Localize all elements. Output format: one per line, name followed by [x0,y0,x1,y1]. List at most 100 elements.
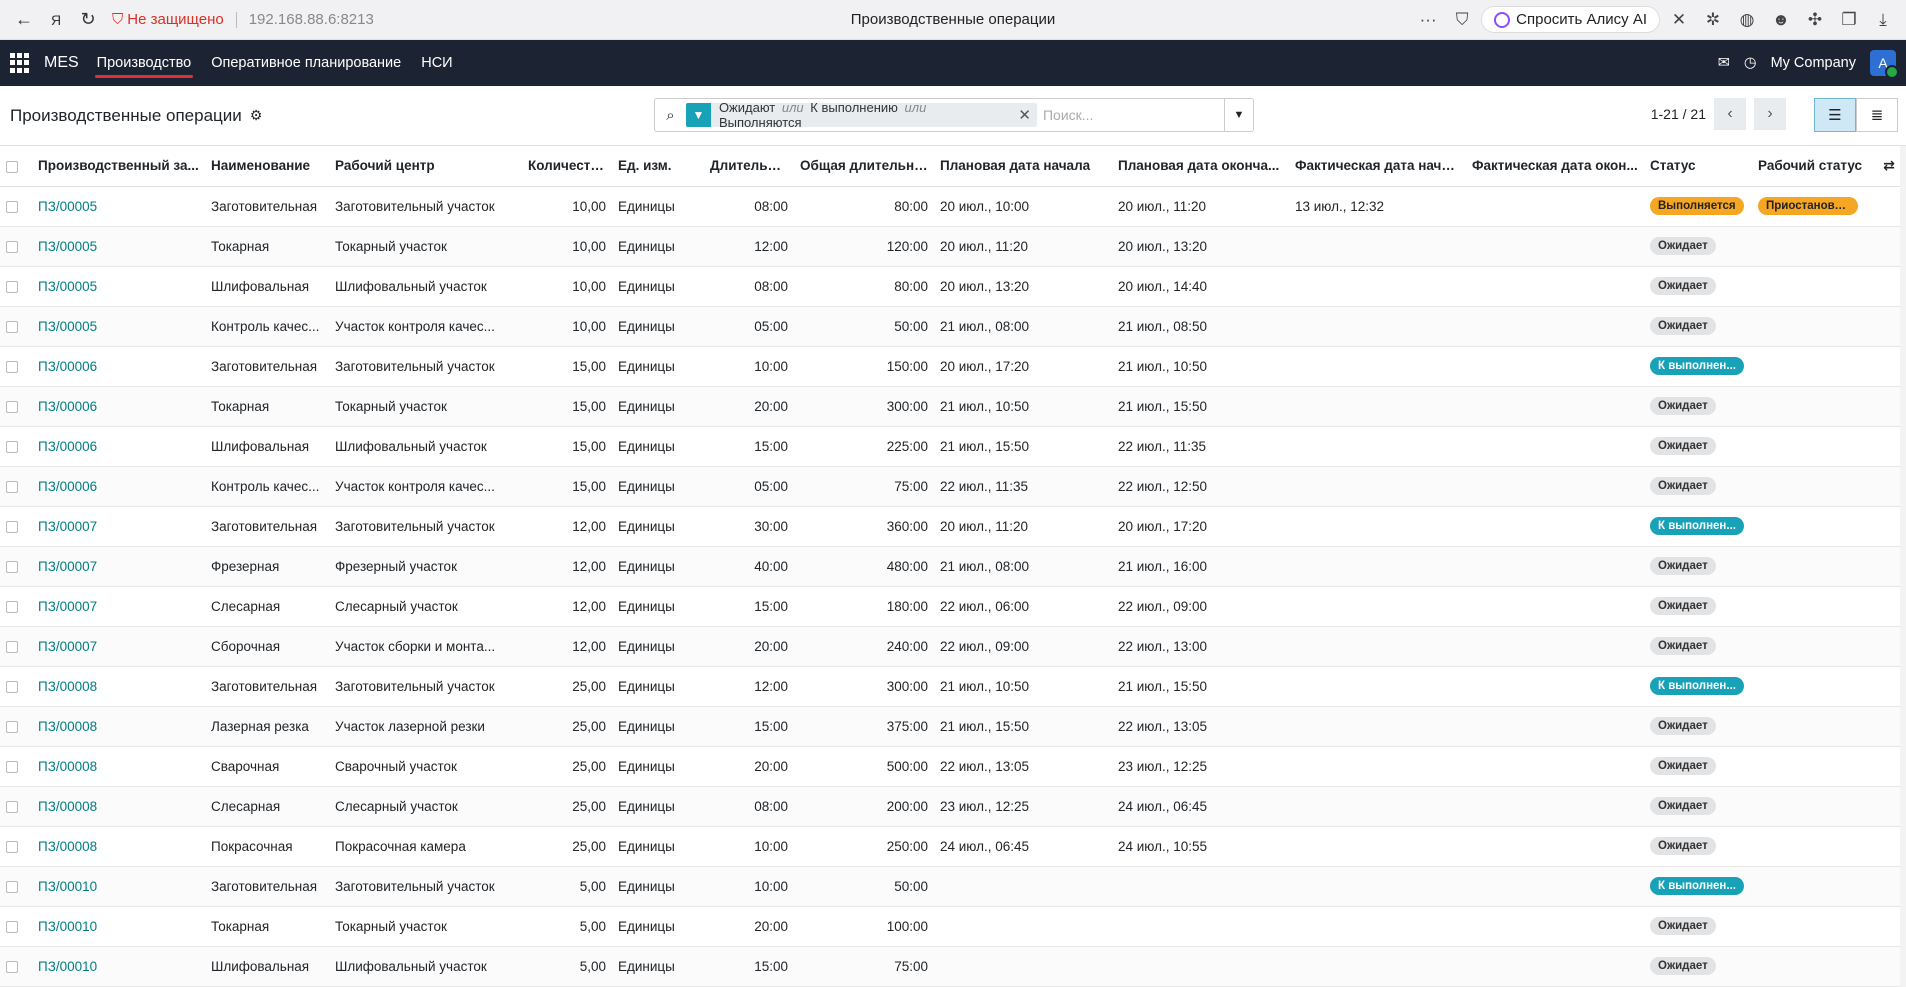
col-duration[interactable]: Длительно... [704,146,794,187]
alice-button[interactable]: Спросить Алису AI [1481,6,1660,33]
nav-reference-data[interactable]: НСИ [421,42,452,84]
row-checkbox[interactable] [0,906,32,947]
order-link[interactable]: ПЗ/00007 [32,586,205,627]
table-row[interactable]: ПЗ/00010 Заготовительная Заготовительный у… [0,866,1906,907]
order-link[interactable]: ПЗ/00007 [32,506,205,547]
apps-menu-icon[interactable] [10,53,30,73]
order-link[interactable]: ПЗ/00008 [32,706,205,747]
app-brand[interactable]: MES [44,54,79,72]
row-checkbox[interactable] [0,746,32,787]
table-row[interactable]: ПЗ/00006 Шлифовальная Шлифовальный участок… [0,426,1906,467]
order-link[interactable]: ПЗ/00005 [32,186,205,227]
order-link[interactable]: ПЗ/00010 [32,946,205,987]
table-row[interactable]: ПЗ/00010 Шлифовальная Шлифовальный участок… [0,946,1906,987]
col-planned-start[interactable]: Плановая дата начала [934,146,1112,187]
order-link[interactable]: ПЗ/00010 [32,866,205,907]
row-checkbox[interactable] [0,866,32,907]
row-checkbox[interactable] [0,466,32,507]
table-row[interactable]: ПЗ/00008 Заготовительная Заготовительный у… [0,666,1906,707]
activity-clock-icon[interactable]: ◷ [1744,55,1757,71]
order-link[interactable]: ПЗ/00006 [32,466,205,507]
pager-value[interactable]: 1-21 / 21 [1651,106,1706,122]
col-order[interactable]: Производственный за... [32,146,205,187]
table-row[interactable]: ПЗ/00006 Токарная Токарный участок 15,00 Еди… [0,386,1906,427]
order-link[interactable]: ПЗ/00005 [32,226,205,267]
order-link[interactable]: ПЗ/00006 [32,426,205,467]
url-text[interactable]: 192.168.88.6:8213 [249,11,374,28]
table-row[interactable]: ПЗ/00008 Сварочная Сварочный участок 25,00 Е… [0,746,1906,787]
more-icon[interactable]: ··· [1413,5,1443,35]
table-row[interactable]: ПЗ/00006 Контроль качес... Участок контрол… [0,466,1906,507]
col-total-duration[interactable]: Общая длительно... [794,146,934,187]
order-link[interactable]: ПЗ/00007 [32,626,205,667]
search-options-toggle[interactable]: ▼ [1223,99,1253,131]
row-checkbox[interactable] [0,826,32,867]
row-checkbox[interactable] [0,786,32,827]
bookmark-icon[interactable]: ⛉ [1447,5,1477,35]
row-checkbox[interactable] [0,186,32,227]
table-row[interactable]: ПЗ/00007 Фрезерная Фрезерный участок 12,00 Е… [0,546,1906,587]
table-row[interactable]: ПЗ/00007 Заготовительная Заготовительный у… [0,506,1906,547]
row-checkbox[interactable] [0,306,32,347]
order-link[interactable]: ПЗ/00008 [32,786,205,827]
row-checkbox[interactable] [0,226,32,267]
col-work-status[interactable]: Рабочий статус [1752,146,1872,187]
row-checkbox[interactable] [0,266,32,307]
row-checkbox[interactable] [0,346,32,387]
order-link[interactable]: ПЗ/00007 [32,546,205,587]
table-row[interactable]: ПЗ/00005 Токарная Токарный участок 10,00 Еди… [0,226,1906,267]
row-checkbox[interactable] [0,426,32,467]
table-row[interactable]: ПЗ/00006 Заготовительная Заготовительный у… [0,346,1906,387]
order-link[interactable]: ПЗ/00008 [32,746,205,787]
row-checkbox[interactable] [0,626,32,667]
pager-next-icon[interactable]: › [1754,98,1786,130]
table-row[interactable]: ПЗ/00005 Контроль качес... Участок контрол… [0,306,1906,347]
filter-facet[interactable]: ▼ Ожидают или К выполнению или Выполняют… [685,100,1037,130]
order-link[interactable]: ПЗ/00005 [32,306,205,347]
download-icon[interactable]: ⤓ [1868,5,1898,35]
table-row[interactable]: ПЗ/00008 Слесарная Слесарный участок 25,00 Е… [0,786,1906,827]
search-input[interactable] [1042,99,1224,131]
order-link[interactable]: ПЗ/00006 [32,386,205,427]
company-switcher[interactable]: My Company [1771,55,1856,71]
not-secure-indicator[interactable]: ⛉ Не защищено [112,11,224,28]
order-link[interactable]: ПЗ/00008 [32,666,205,707]
gear-icon[interactable]: ⚙ [250,107,263,124]
collections-icon[interactable]: ❐ [1834,5,1864,35]
user-avatar[interactable]: A [1870,50,1899,79]
col-name[interactable]: Наименование [205,146,329,187]
row-checkbox[interactable] [0,666,32,707]
col-uom[interactable]: Ед. изм. [612,146,704,187]
gantt-view-icon[interactable]: ≣ [1856,98,1898,132]
back-icon[interactable]: ← [8,4,40,36]
table-row[interactable]: ПЗ/00008 Покрасочная Покрасочная камера 25,… [0,826,1906,867]
extension-globe-icon[interactable]: ◍ [1732,5,1762,35]
col-actual-start[interactable]: Фактическая дата начала [1289,146,1466,187]
col-actual-end[interactable]: Фактическая дата окон... [1466,146,1644,187]
reload-icon[interactable]: ↻ [72,4,104,36]
col-planned-end[interactable]: Плановая дата оконча... [1112,146,1289,187]
table-row[interactable]: ПЗ/00010 Токарная Токарный участок 5,00 Един… [0,906,1906,947]
row-checkbox[interactable] [0,586,32,627]
row-checkbox[interactable] [0,506,32,547]
list-view-icon[interactable]: ☰ [1814,98,1856,132]
table-row[interactable]: ПЗ/00005 Шлифовальная Шлифовальный участок… [0,266,1906,307]
address-bar[interactable]: ⛉ Не защищено 192.168.88.6:8213 [112,11,374,28]
extensions-puzzle-icon[interactable]: ✣ [1800,5,1830,35]
col-quantity[interactable]: Количество [522,146,612,187]
order-link[interactable]: ПЗ/00005 [32,266,205,307]
extension-k-icon[interactable]: ✕ [1664,5,1694,35]
row-checkbox[interactable] [0,546,32,587]
col-status[interactable]: Статус [1644,146,1752,187]
select-all-checkbox[interactable] [0,146,32,187]
nav-production[interactable]: Производство [94,42,193,84]
row-checkbox[interactable] [0,706,32,747]
table-row[interactable]: ПЗ/00005 Заготовительная Заготовительный у… [0,186,1906,227]
row-checkbox[interactable] [0,386,32,427]
order-link[interactable]: ПЗ/00006 [32,346,205,387]
col-work-center[interactable]: Рабочий центр [329,146,522,187]
search-icon[interactable]: ⌕ [655,107,686,124]
extension-monkey-icon[interactable]: ☻ [1766,5,1796,35]
nav-operational-planning[interactable]: Оперативное планирование [211,42,401,84]
facet-remove-icon[interactable]: ✕ [1012,106,1037,124]
